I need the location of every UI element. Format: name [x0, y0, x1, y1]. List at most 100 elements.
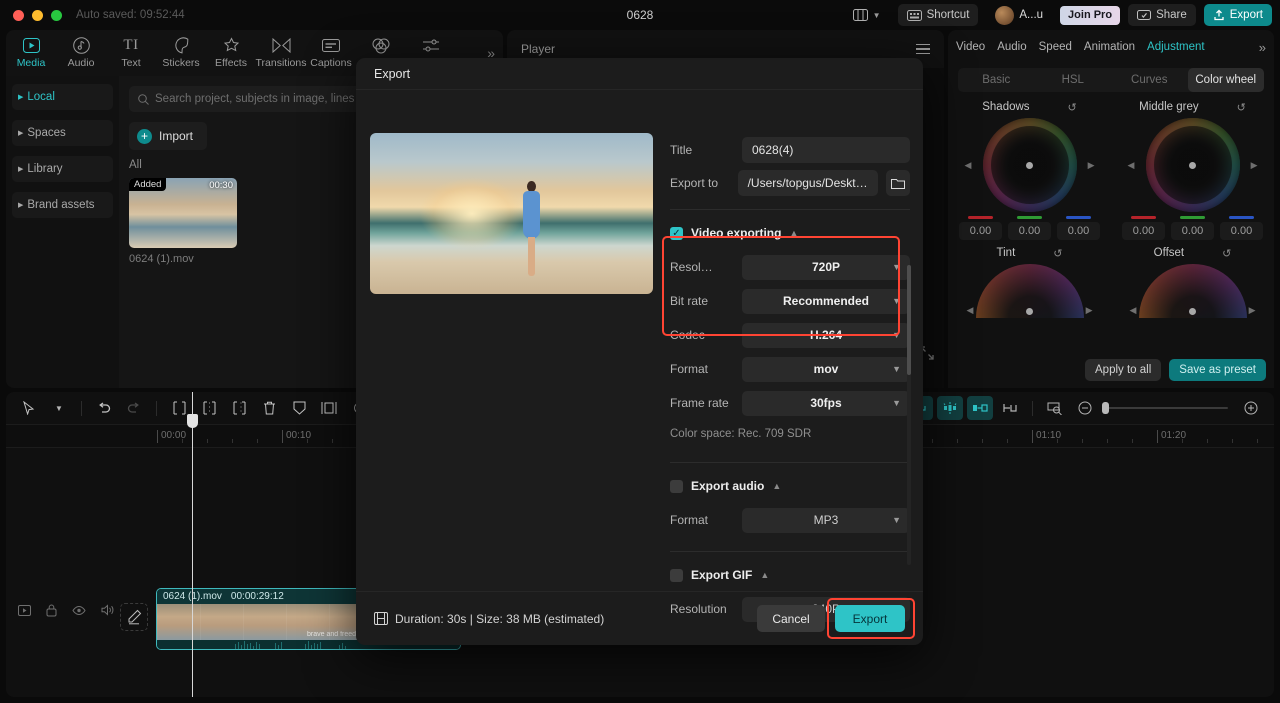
chevron-up-icon[interactable]: ▲ — [789, 228, 798, 238]
resolution-select[interactable]: 720P ▼ — [742, 255, 910, 280]
keyframe-auto-button[interactable] — [937, 396, 963, 420]
shadows-red-value[interactable]: 0.00 — [959, 222, 1002, 240]
track-visibility-icon[interactable] — [72, 605, 86, 616]
link-clips-button[interactable] — [997, 396, 1023, 420]
export-audio-checkbox[interactable]: ✓ — [670, 480, 683, 493]
middle-grey-increase-arrow[interactable]: ▶ — [1242, 124, 1258, 206]
tint-decrease-arrow[interactable]: ◀ — [967, 305, 974, 316]
zoom-slider-knob[interactable] — [1102, 402, 1109, 414]
subtab-hsl[interactable]: HSL — [1035, 68, 1112, 92]
framerate-select[interactable]: 30fps ▼ — [742, 391, 910, 416]
middle-grey-wheel[interactable] — [1146, 118, 1240, 212]
sidebar-item-brand-assets[interactable]: ▶ Brand assets — [12, 192, 113, 218]
select-tool-dropdown[interactable]: ▼ — [46, 396, 72, 420]
tabs-more-icon[interactable]: » — [1259, 40, 1266, 55]
tab-video[interactable]: Video — [956, 41, 985, 53]
join-pro-button[interactable]: Join Pro — [1060, 6, 1120, 25]
reset-icon[interactable]: ↺ — [1053, 247, 1062, 260]
reset-icon[interactable]: ↺ — [1237, 101, 1246, 114]
sidebar-item-spaces[interactable]: ▶ Spaces — [12, 120, 113, 146]
tool-text[interactable]: TI Text — [106, 37, 156, 69]
media-item[interactable]: Added 00:30 0624 (1).mov — [129, 178, 237, 265]
delete-button[interactable] — [256, 396, 282, 420]
tool-audio[interactable]: Audio — [56, 37, 106, 69]
zoom-in-button[interactable] — [1238, 396, 1264, 420]
trim-left-button[interactable] — [196, 396, 222, 420]
middle-grey-red-value[interactable]: 0.00 — [1122, 222, 1165, 240]
reset-icon[interactable]: ↺ — [1222, 247, 1231, 260]
trim-right-button[interactable] — [226, 396, 252, 420]
offset-decrease-arrow[interactable]: ◀ — [1130, 305, 1137, 316]
audio-format-select[interactable]: MP3 ▼ — [742, 508, 910, 533]
video-exporting-checkbox[interactable]: ✓ — [670, 227, 683, 240]
playhead-handle[interactable] — [187, 414, 198, 428]
user-menu[interactable]: A...u — [986, 4, 1052, 26]
subtab-curves[interactable]: Curves — [1111, 68, 1188, 92]
crop-button[interactable] — [316, 396, 342, 420]
wheel-knob[interactable] — [1189, 308, 1196, 315]
keyframe-out-button[interactable] — [967, 396, 993, 420]
tool-captions[interactable]: Captions — [306, 37, 356, 69]
edit-track-button[interactable] — [120, 603, 148, 631]
tab-speed[interactable]: Speed — [1039, 41, 1072, 53]
subtab-color-wheel[interactable]: Color wheel — [1188, 68, 1265, 92]
undo-button[interactable] — [91, 396, 117, 420]
tint-half-wheel[interactable] — [976, 264, 1084, 318]
playhead[interactable] — [192, 392, 193, 697]
save-as-preset-button[interactable]: Save as preset — [1169, 359, 1266, 381]
middle-grey-blue-value[interactable]: 0.00 — [1220, 222, 1263, 240]
marker-button[interactable] — [286, 396, 312, 420]
export-button[interactable]: Export — [1204, 4, 1272, 26]
sidebar-item-library[interactable]: ▶ Library — [12, 156, 113, 182]
chevron-up-icon[interactable]: ▲ — [772, 481, 781, 491]
tool-transitions[interactable]: Transitions — [256, 37, 306, 69]
shortcut-button[interactable]: Shortcut — [898, 4, 979, 26]
dialog-scrollbar[interactable] — [907, 265, 911, 565]
shadows-green-value[interactable]: 0.00 — [1008, 222, 1051, 240]
preview-quality-button[interactable] — [1042, 396, 1068, 420]
track-mute-icon[interactable] — [101, 604, 115, 616]
codec-select[interactable]: H.264 ▼ — [742, 323, 910, 348]
shadows-decrease-arrow[interactable]: ◀ — [965, 124, 981, 206]
reset-icon[interactable]: ↺ — [1068, 101, 1077, 114]
zoom-out-button[interactable] — [1072, 396, 1098, 420]
tab-adjustment[interactable]: Adjustment — [1147, 41, 1205, 53]
track-lock-icon[interactable] — [46, 604, 57, 617]
layout-button[interactable]: ▼ — [844, 4, 890, 26]
scrollbar-thumb[interactable] — [907, 265, 911, 375]
sidebar-item-local[interactable]: ▶ Local — [12, 84, 113, 110]
confirm-export-button[interactable]: Export — [835, 605, 905, 632]
middle-grey-decrease-arrow[interactable]: ◀ — [1128, 124, 1144, 206]
title-input[interactable]: 0628(4) — [742, 137, 910, 163]
tab-audio[interactable]: Audio — [997, 41, 1026, 53]
browse-folder-button[interactable] — [886, 170, 910, 196]
player-menu-icon[interactable] — [916, 44, 930, 55]
tab-animation[interactable]: Animation — [1084, 41, 1135, 53]
zoom-slider[interactable] — [1108, 407, 1228, 409]
select-tool-button[interactable] — [16, 396, 42, 420]
tool-effects[interactable]: Effects — [206, 37, 256, 69]
middle-grey-green-value[interactable]: 0.00 — [1171, 222, 1214, 240]
export-path-input[interactable]: /Users/topgus/Deskt… — [738, 170, 878, 196]
export-gif-checkbox[interactable]: ✓ — [670, 569, 683, 582]
redo-button[interactable] — [121, 396, 147, 420]
offset-increase-arrow[interactable]: ▶ — [1249, 305, 1256, 316]
shadows-blue-value[interactable]: 0.00 — [1057, 222, 1100, 240]
share-button[interactable]: Share — [1128, 4, 1196, 26]
subtab-basic[interactable]: Basic — [958, 68, 1035, 92]
track-thumbnail-icon[interactable] — [18, 605, 31, 616]
offset-half-wheel[interactable] — [1139, 264, 1247, 318]
wheel-knob[interactable] — [1026, 308, 1033, 315]
format-select[interactable]: mov ▼ — [742, 357, 910, 382]
chevron-up-icon[interactable]: ▲ — [760, 570, 769, 580]
wheel-knob[interactable] — [1026, 162, 1033, 169]
shadows-increase-arrow[interactable]: ▶ — [1079, 124, 1095, 206]
apply-to-all-button[interactable]: Apply to all — [1085, 359, 1161, 381]
shadows-wheel[interactable] — [983, 118, 1077, 212]
wheel-knob[interactable] — [1189, 162, 1196, 169]
import-button[interactable]: + Import — [129, 122, 207, 150]
tool-stickers[interactable]: Stickers — [156, 37, 206, 69]
tint-increase-arrow[interactable]: ▶ — [1086, 305, 1093, 316]
bitrate-select[interactable]: Recommended ▼ — [742, 289, 910, 314]
cancel-button[interactable]: Cancel — [757, 605, 825, 632]
